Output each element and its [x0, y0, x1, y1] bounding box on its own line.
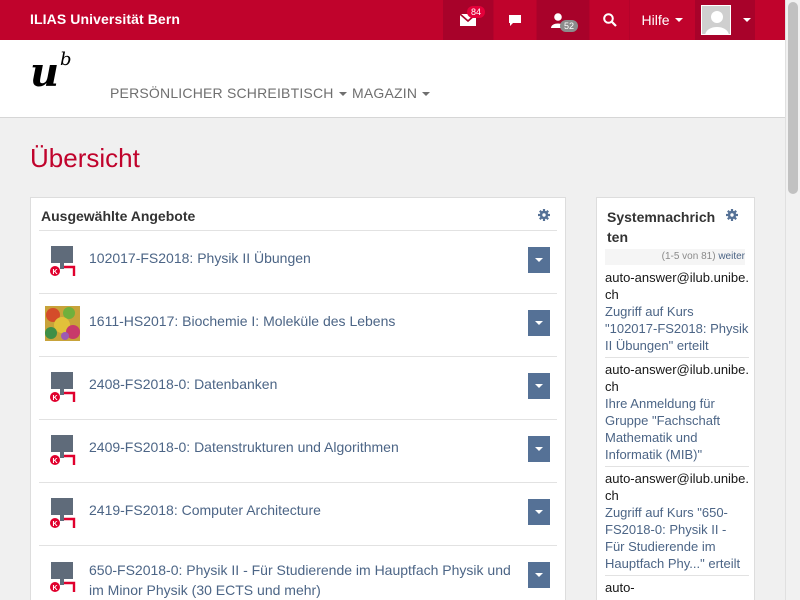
item-actions-dropdown[interactable] — [528, 247, 550, 273]
list-item: K 2409-FS2018-0: Datenstrukturen und Alg… — [39, 419, 557, 482]
panel-title-line: Systemnachrich — [607, 209, 716, 225]
course-icon: K — [50, 498, 76, 528]
chevron-down-icon — [535, 573, 543, 577]
help-menu[interactable]: Hilfe — [630, 0, 694, 40]
panel-title-line: ten — [607, 229, 628, 245]
scrollbar-thumb[interactable] — [788, 2, 798, 194]
svg-text:K: K — [52, 585, 57, 592]
message-link[interactable]: Ihre Anmeldung für Gruppe "Fachschaft Ma… — [605, 395, 749, 463]
chevron-down-icon — [535, 384, 543, 388]
speech-bubble-icon — [509, 14, 521, 26]
panel-title: Ausgewählte Angebote — [41, 208, 196, 224]
message-link[interactable]: Zugriff auf Kurs "102017-FS2018: Physik … — [605, 303, 749, 354]
magnifier-icon — [602, 13, 617, 27]
chevron-down-icon — [535, 510, 543, 514]
message-sender: auto-answer@ilub.unibe.ch — [605, 270, 750, 302]
course-link[interactable]: 2419-FS2018: Computer Architecture — [89, 500, 519, 520]
main-header: u b PERSÖNLICHER SCHREIBTISCH MAGAZIN — [0, 40, 785, 118]
svg-text:K: K — [52, 269, 57, 276]
message-item[interactable]: auto- — [605, 579, 749, 599]
nav-label: PERSÖNLICHER SCHREIBTISCH — [110, 85, 334, 101]
chat-button[interactable] — [494, 0, 536, 40]
logo-letter-b: b — [60, 49, 72, 70]
avatar — [701, 5, 731, 35]
default-avatar-icon — [702, 6, 730, 34]
course-icon: K — [50, 372, 76, 402]
list-item: 1611-HS2017: Biochemie I: Moleküle des L… — [39, 293, 557, 356]
course-link[interactable]: 650-FS2018-0: Physik II - Für Studierend… — [89, 560, 519, 600]
nav-magazine[interactable]: MAGAZIN — [352, 85, 431, 101]
mail-button[interactable]: 84 — [443, 0, 493, 40]
course-link[interactable]: 2408-FS2018-0: Datenbanken — [89, 374, 519, 394]
pagination: (1-5 von 81) weiter — [605, 249, 745, 265]
selected-offers-panel: Ausgewählte Angebote K 102017-FS2018: Ph… — [30, 197, 566, 600]
page-title: Übersicht — [30, 143, 140, 173]
message-item[interactable]: auto-answer@ilub.unibe.ch Zugriff auf Ku… — [605, 470, 749, 576]
svg-text:K: K — [52, 395, 57, 402]
course-thumbnail-image — [45, 306, 80, 341]
chevron-down-icon — [535, 447, 543, 451]
message-item[interactable]: auto-answer@ilub.unibe.ch Zugriff auf Ku… — [605, 269, 749, 358]
course-link[interactable]: 2409-FS2018-0: Datenstrukturen und Algor… — [89, 437, 519, 457]
item-actions-dropdown[interactable] — [528, 562, 550, 588]
gear-icon[interactable] — [538, 209, 550, 221]
nav-personal-desktop[interactable]: PERSÖNLICHER SCHREIBTISCH — [110, 85, 347, 101]
course-icon: K — [50, 562, 76, 592]
svg-text:K: K — [52, 458, 57, 465]
item-actions-dropdown[interactable] — [528, 499, 550, 525]
list-item: K 2419-FS2018: Computer Architecture — [39, 482, 557, 545]
course-link[interactable]: 102017-FS2018: Physik II Übungen — [89, 248, 519, 268]
brand-title[interactable]: ILIAS Universität Bern — [30, 11, 180, 27]
user-menu[interactable] — [695, 0, 755, 40]
system-messages-panel: Systemnachrich ten (1-5 von 81) weiter a… — [596, 197, 755, 600]
chevron-down-icon — [674, 18, 683, 22]
course-icon: K — [50, 246, 76, 276]
chevron-down-icon — [338, 92, 347, 97]
list-item: K 102017-FS2018: Physik II Übungen — [39, 230, 557, 293]
chevron-down-icon — [743, 18, 751, 22]
item-actions-dropdown[interactable] — [528, 310, 550, 336]
svg-text:K: K — [52, 521, 57, 528]
course-icon: K — [50, 435, 76, 465]
top-bar: ILIAS Universität Bern 84 52 Hilfe — [0, 0, 785, 40]
help-label: Hilfe — [641, 12, 670, 28]
logo-letter-u: u — [30, 49, 60, 96]
list-item: K 2408-FS2018-0: Datenbanken — [39, 356, 557, 419]
gear-icon[interactable] — [726, 209, 738, 221]
next-page-link[interactable]: weiter — [718, 251, 745, 262]
course-link[interactable]: 1611-HS2017: Biochemie I: Moleküle des L… — [89, 311, 519, 331]
message-link[interactable]: Zugriff auf Kurs "650-FS2018-0: Physik I… — [605, 504, 749, 572]
item-actions-dropdown[interactable] — [528, 373, 550, 399]
search-button[interactable] — [590, 0, 629, 40]
message-item[interactable]: auto-answer@ilub.unibe.ch Ihre Anmeldung… — [605, 361, 749, 467]
contacts-count-badge: 52 — [560, 20, 579, 32]
pager-count: (1-5 von 81) — [661, 251, 716, 262]
chevron-down-icon — [535, 321, 543, 325]
chevron-down-icon — [535, 258, 543, 262]
message-sender: auto- — [605, 580, 635, 595]
item-actions-dropdown[interactable] — [528, 436, 550, 462]
message-sender: auto-answer@ilub.unibe.ch — [605, 471, 750, 503]
nav-label: MAGAZIN — [352, 85, 418, 101]
panel-title: Systemnachrich ten — [607, 207, 722, 247]
contacts-button[interactable]: 52 — [537, 0, 589, 40]
mail-count-badge: 84 — [467, 6, 486, 18]
list-item: K 650-FS2018-0: Physik II - Für Studiere… — [39, 545, 557, 600]
message-sender: auto-answer@ilub.unibe.ch — [605, 362, 750, 394]
chevron-down-icon — [422, 92, 431, 97]
